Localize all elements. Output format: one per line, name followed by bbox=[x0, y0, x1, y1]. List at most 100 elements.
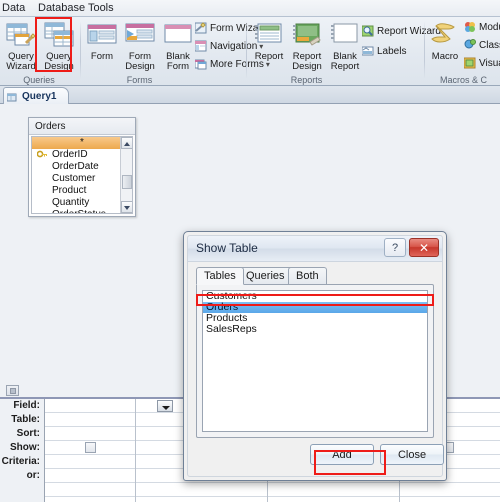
blank-report-label: Blank Report bbox=[330, 51, 360, 72]
close-button[interactable]: Close bbox=[380, 444, 444, 465]
table-list[interactable]: Customers Orders Products SalesReps bbox=[202, 290, 428, 432]
grid-row-headers: Field: Table: Sort: Show: Criteria: or: bbox=[0, 399, 44, 502]
field-list-body[interactable]: * OrderID OrderDate Customer Product Qua… bbox=[31, 136, 133, 214]
field-list-row[interactable]: Customer bbox=[32, 173, 132, 185]
class-module-button[interactable]: Class bbox=[464, 37, 500, 54]
ribbon-group-macros-and-code: Macro Modu Class bbox=[427, 17, 500, 86]
primary-key-icon bbox=[36, 150, 48, 160]
form-design-button[interactable]: Form Design bbox=[120, 19, 160, 73]
macro-button[interactable]: Macro bbox=[427, 19, 463, 73]
form-design-label: Form Design bbox=[125, 51, 155, 72]
dialog-title: Show Table bbox=[196, 241, 258, 255]
ribbon: Query Wizard Query Design Queries Form F… bbox=[0, 17, 500, 86]
field-dropdown-button[interactable] bbox=[157, 400, 173, 412]
report-design-label: Report Design bbox=[292, 51, 322, 72]
ribbon-group-macros-label: Macros & C bbox=[439, 75, 487, 85]
blank-form-button[interactable]: Blank Form bbox=[158, 19, 198, 73]
dialog-frame: Show Table ? ✕ Tables Queries Both Custo… bbox=[187, 235, 444, 477]
splitter-handle[interactable] bbox=[6, 385, 19, 396]
tab-queries[interactable]: Queries bbox=[238, 267, 293, 285]
visual-basic-button[interactable]: Visua bbox=[463, 55, 500, 72]
query-design-label: Query Design bbox=[44, 51, 74, 72]
labels-button[interactable]: Labels bbox=[361, 43, 407, 63]
class-module-label: Class bbox=[479, 40, 500, 51]
grid-column-divider bbox=[135, 399, 136, 502]
group-separator-1 bbox=[80, 21, 81, 79]
report-label: Report bbox=[254, 51, 284, 62]
field-list-orders[interactable]: Orders * OrderID OrderDate Customer Prod… bbox=[28, 117, 136, 217]
report-design-icon bbox=[287, 22, 327, 51]
ribbon-group-reports-label: Reports bbox=[290, 75, 323, 85]
blank-form-icon bbox=[158, 22, 198, 51]
grid-row-label-show: Show: bbox=[10, 442, 40, 453]
ribbon-group-queries-label: Queries bbox=[23, 75, 55, 85]
macro-label: Macro bbox=[431, 51, 459, 62]
add-button[interactable]: Add bbox=[310, 444, 374, 465]
field-list-item-label: OrderStatus bbox=[52, 209, 106, 213]
tab-tables[interactable]: Tables bbox=[196, 267, 244, 285]
query-wizard-button[interactable]: Query Wizard bbox=[1, 19, 41, 73]
field-list-row[interactable]: OrderDate bbox=[32, 161, 132, 173]
grid-row-blank[interactable] bbox=[45, 483, 500, 497]
scrollbar-thumb[interactable] bbox=[122, 175, 132, 189]
grid-row-label-criteria: Criteria: bbox=[1, 456, 40, 467]
field-list-item-label: OrderID bbox=[52, 149, 88, 160]
dialog-title-bar[interactable]: Show Table ? ✕ bbox=[188, 236, 442, 262]
module-label: Modu bbox=[479, 22, 500, 33]
field-list-item-label: Quantity bbox=[52, 197, 90, 208]
field-list-row[interactable]: OrderID bbox=[32, 149, 132, 161]
form-button[interactable]: Form bbox=[82, 19, 122, 73]
query-design-button[interactable]: Query Design bbox=[39, 19, 79, 73]
field-list-item-label: Product bbox=[52, 185, 87, 196]
document-tab-bar: Query1 bbox=[0, 86, 500, 104]
group-separator-3 bbox=[424, 21, 425, 79]
query-wizard-label: Query Wizard bbox=[6, 51, 36, 72]
visual-basic-label: Visua bbox=[479, 58, 500, 69]
field-list-row[interactable]: Product bbox=[32, 185, 132, 197]
query-wizard-icon bbox=[1, 22, 41, 51]
more-forms-icon bbox=[194, 58, 207, 76]
show-checkbox[interactable] bbox=[85, 442, 96, 453]
report-wizard-icon bbox=[361, 25, 374, 43]
scroll-up-arrow-icon[interactable] bbox=[121, 137, 132, 149]
field-list-row[interactable]: Quantity bbox=[32, 197, 132, 209]
grid-row-label-field: Field: bbox=[13, 400, 40, 411]
macro-icon bbox=[427, 22, 463, 51]
blank-form-label: Blank Form bbox=[166, 51, 190, 72]
field-list-scrollbar[interactable] bbox=[120, 137, 132, 213]
grid-row-label-or: or: bbox=[26, 470, 40, 481]
report-icon bbox=[249, 22, 289, 51]
labels-label: Labels bbox=[377, 46, 407, 57]
ribbon-group-forms: Form Form Design Blank Form Form Wizard … bbox=[82, 17, 270, 86]
ribbon-tab-data[interactable]: Data bbox=[2, 2, 25, 14]
grid-row-label-table: Table: bbox=[11, 414, 40, 425]
ribbon-tab-strip: Data Database Tools bbox=[0, 0, 500, 17]
list-item[interactable]: SalesReps bbox=[203, 324, 427, 335]
ribbon-tab-database-tools[interactable]: Database Tools bbox=[38, 2, 114, 14]
report-design-button[interactable]: Report Design bbox=[287, 19, 327, 73]
scroll-down-arrow-icon[interactable] bbox=[121, 201, 132, 213]
grid-row-label-sort: Sort: bbox=[16, 428, 40, 439]
form-icon bbox=[82, 22, 122, 51]
field-list-row[interactable]: OrderStatus bbox=[32, 209, 132, 213]
blank-report-icon bbox=[325, 22, 365, 51]
field-list-row[interactable]: * bbox=[32, 137, 132, 149]
query-design-icon bbox=[39, 22, 79, 51]
dialog-tab-panel: Customers Orders Products SalesReps bbox=[196, 284, 434, 438]
field-list-title: Orders bbox=[29, 118, 135, 135]
field-list-item-label: Customer bbox=[52, 173, 96, 184]
report-button[interactable]: Report bbox=[249, 19, 289, 73]
labels-icon bbox=[361, 45, 374, 63]
close-icon[interactable]: ✕ bbox=[409, 238, 439, 257]
blank-report-button[interactable]: Blank Report bbox=[325, 19, 365, 73]
document-tab-label: Query1 bbox=[22, 91, 57, 102]
help-button[interactable]: ? bbox=[384, 238, 406, 257]
document-tab-query1[interactable]: Query1 bbox=[3, 87, 70, 104]
field-list-item-label: OrderDate bbox=[52, 161, 99, 172]
tab-both[interactable]: Both bbox=[288, 267, 327, 285]
module-button[interactable]: Modu bbox=[464, 19, 500, 36]
group-separator-2 bbox=[246, 21, 247, 79]
ribbon-group-queries: Query Wizard Query Design Queries bbox=[0, 17, 78, 86]
dialog-body: Tables Queries Both Customers Orders Pro… bbox=[196, 267, 444, 468]
show-table-dialog[interactable]: Show Table ? ✕ Tables Queries Both Custo… bbox=[183, 231, 447, 481]
